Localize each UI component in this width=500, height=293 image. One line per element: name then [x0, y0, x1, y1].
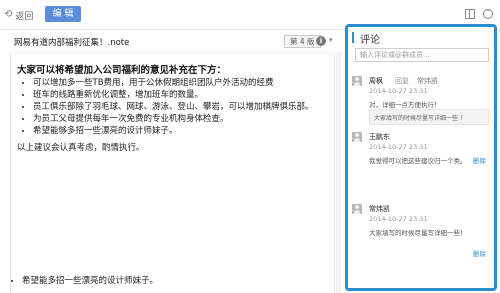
comment-panel: 评论 输入评论或@群成员... 周枫 回复 常炜凯 2014-10-27 23:…	[345, 24, 497, 291]
reply-flag: 回复	[395, 77, 409, 85]
bottom-list: 希望能多招一些漂亮的设计师妹子。	[10, 275, 158, 287]
delete-comment-button[interactable]: 删除	[473, 248, 486, 258]
edit-button[interactable]: 编 辑	[45, 6, 81, 22]
document-header: 网易有道内部福利征集！.note 第 4 版 i ▾	[0, 31, 340, 53]
list-item: 员工俱乐部除了羽毛球、网球、游泳、登山、攀岩，可以增加棋牌俱乐部。	[33, 101, 333, 113]
reply-target[interactable]: 常炜凯	[417, 76, 438, 86]
quoted-comment: 大家填写的时候尽量写详细一些 ！	[369, 109, 489, 125]
comment-timestamp: 2014-10-27 23:31	[369, 87, 428, 95]
list-item: 为员工父母提供每年一次免费的专业机构身体检查。	[33, 113, 333, 125]
document-body[interactable]: 大家可以将希望加入公司福利的意见补充在下方： 可以增加多一些TB费用，用于公休假…	[10, 52, 335, 293]
comment-timestamp: 2014-10-27 23:31	[369, 215, 428, 223]
list-item: 希望能多招一些漂亮的设计师妹子。	[22, 275, 158, 287]
comment-text: 大家填写的时候尽量写详细一些！	[369, 229, 467, 237]
avatar[interactable]	[352, 76, 362, 86]
panel-title: 评论	[360, 35, 380, 46]
list-item: 希望能够多招一些漂亮的设计师妹子。	[33, 125, 333, 137]
more-options-icon[interactable]	[483, 6, 493, 19]
list-item: 可以增加多一些TB费用，用于公休假期组织团队户外活动的经费	[33, 77, 333, 89]
panel-layout-icon[interactable]	[465, 9, 475, 19]
document-heading: 大家可以将希望加入公司福利的意见补充在下方：	[17, 65, 227, 76]
suggestion-list: 可以增加多一些TB费用，用于公休假期组织团队户外活动的经费 班车的线路重新优化调…	[21, 77, 333, 137]
avatar[interactable]	[352, 204, 362, 214]
document-closing: 以上建议会认真考虑，酌情执行。	[17, 143, 145, 153]
back-label: 返回	[15, 11, 34, 22]
delete-comment-button[interactable]: 删除	[473, 155, 486, 165]
comment-author[interactable]: 常炜凯	[369, 204, 390, 214]
comment-timestamp: 2014-10-27 23:31	[369, 143, 428, 151]
avatar[interactable]	[352, 132, 362, 142]
back-arrow-icon: ⟲	[4, 9, 13, 20]
comment-text: 我觉得可以把这些建议归一个类。	[369, 157, 467, 165]
document-title: 网易有道内部福利征集！.note	[14, 38, 130, 48]
chevron-down-icon[interactable]: ▾	[329, 36, 333, 44]
list-item: 班车的线路重新优化调整，增加班车的数量。	[33, 89, 333, 101]
comment-author[interactable]: 王鹏东	[369, 132, 390, 142]
comment-author[interactable]: 周枫	[369, 76, 383, 86]
title-accent-bar	[352, 32, 354, 43]
back-button[interactable]: ⟲ 返回	[4, 8, 33, 22]
document-scrollbar[interactable]	[336, 52, 341, 293]
info-icon[interactable]: i	[316, 36, 326, 46]
comment-input[interactable]: 输入评论或@群成员...	[355, 48, 489, 62]
comment-text: 对，详细一点方便执行！	[369, 101, 441, 109]
